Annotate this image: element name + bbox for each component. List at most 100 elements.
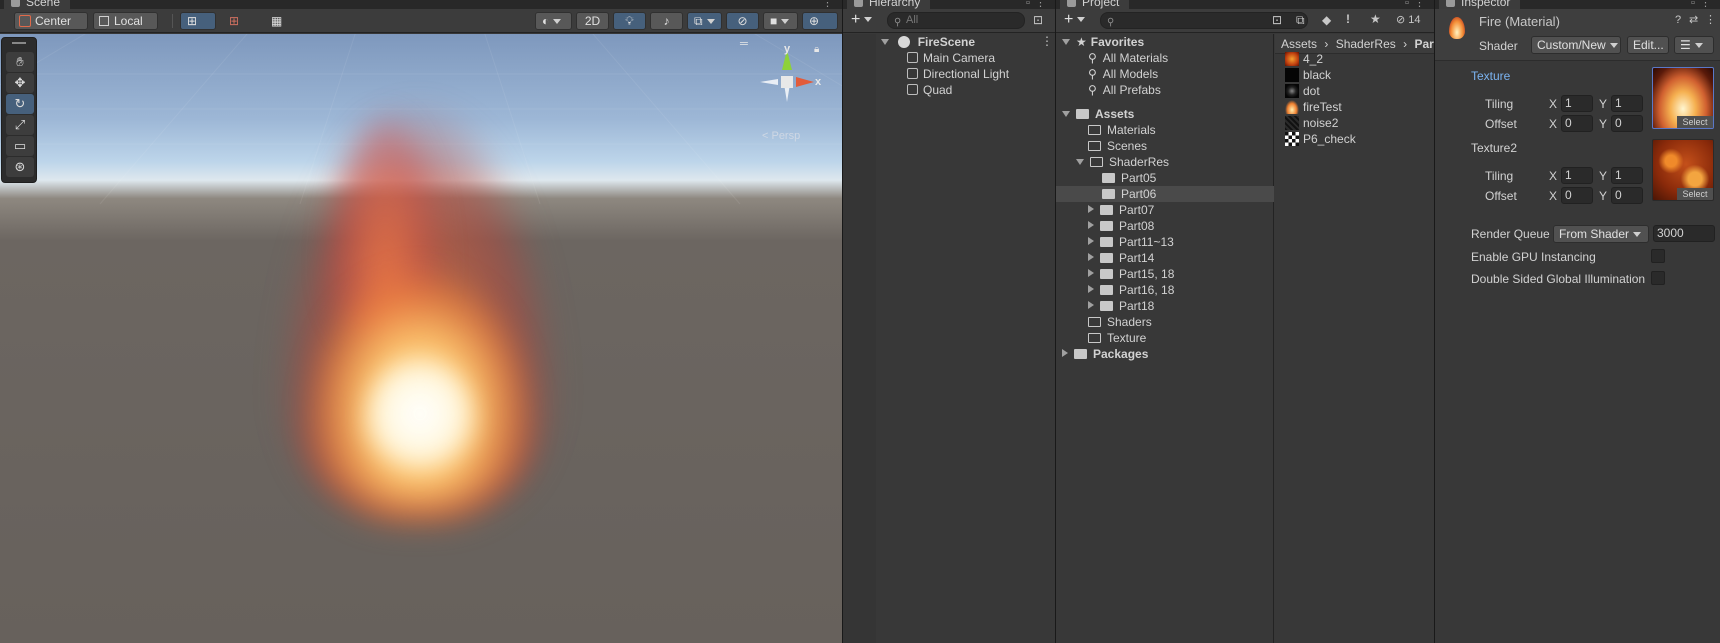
move-tool-icon[interactable]: ✥ bbox=[6, 73, 34, 93]
scene-viewport[interactable]: y x ═ 🔒︎ < Persp bbox=[0, 34, 842, 643]
asset-item-black[interactable]: black bbox=[1285, 67, 1331, 83]
info-icon[interactable]: ! bbox=[1346, 12, 1350, 26]
favorite-item-all-models[interactable]: ⚲ All Models bbox=[1088, 66, 1158, 82]
folder-part16-18[interactable]: Part16, 18 bbox=[1088, 282, 1174, 298]
folder-materials[interactable]: Materials bbox=[1088, 122, 1156, 138]
rotate-tool-icon[interactable]: ↻ bbox=[6, 94, 34, 114]
hierarchy-item-main-camera[interactable]: Main Camera bbox=[907, 50, 995, 66]
hierarchy-search-input[interactable]: ⚲ All bbox=[887, 12, 1025, 29]
projection-label[interactable]: < Persp bbox=[762, 130, 800, 142]
folder-part05[interactable]: Part05 bbox=[1102, 170, 1156, 186]
gpu-instancing-checkbox[interactable] bbox=[1651, 249, 1665, 263]
expand-arrow-icon[interactable] bbox=[1062, 39, 1070, 45]
texture2-tiling-y-field[interactable]: 1 bbox=[1611, 167, 1643, 184]
add-icon[interactable]: + bbox=[851, 12, 873, 28]
search-by-type-icon[interactable]: ⊡ bbox=[1272, 13, 1282, 27]
tab-inspector[interactable]: Inspector bbox=[1439, 0, 1521, 9]
folder-part14[interactable]: Part14 bbox=[1088, 250, 1154, 266]
collapse-arrow-icon[interactable] bbox=[1088, 301, 1094, 309]
lock-icon[interactable]: 🔒︎ bbox=[814, 44, 819, 55]
folder-scenes[interactable]: Scenes bbox=[1088, 138, 1147, 154]
texture2-offset-x-field[interactable]: 0 bbox=[1561, 187, 1593, 204]
folder-texture[interactable]: Texture bbox=[1088, 330, 1146, 346]
star-icon[interactable]: ★ bbox=[1370, 12, 1381, 26]
gizmos-dropdown[interactable]: ⊕ bbox=[802, 12, 838, 41]
texture-tiling-y-field[interactable]: 1 bbox=[1611, 95, 1643, 112]
packages-root[interactable]: Packages bbox=[1062, 346, 1148, 362]
folder-part11-13[interactable]: Part11~13 bbox=[1088, 234, 1174, 250]
preset-icon[interactable]: ⇄ bbox=[1689, 13, 1698, 26]
asset-item-dot[interactable]: dot bbox=[1285, 83, 1320, 99]
render-queue-field[interactable]: 3000 bbox=[1653, 225, 1715, 242]
expand-arrow-icon[interactable] bbox=[881, 39, 889, 45]
project-menu-icon[interactable]: ▫ ⋮ bbox=[1405, 0, 1426, 9]
texture-select-button[interactable]: Select bbox=[1677, 116, 1713, 128]
collapse-arrow-icon[interactable] bbox=[1088, 269, 1094, 277]
tab-scene[interactable]: Scene bbox=[4, 0, 71, 9]
grid-visibility-button[interactable]: ▦ bbox=[264, 12, 296, 41]
create-icon[interactable]: + bbox=[1064, 12, 1086, 28]
asset-item-firetest[interactable]: fireTest bbox=[1285, 99, 1342, 115]
effects-dropdown[interactable]: ⧉ bbox=[687, 12, 722, 30]
texture-slot[interactable]: Select bbox=[1652, 67, 1714, 129]
rect-tool-icon[interactable]: ▭ bbox=[6, 136, 34, 156]
scale-tool-icon[interactable]: ⤢ bbox=[6, 115, 34, 135]
help-icon[interactable]: ? bbox=[1675, 14, 1681, 26]
filter-by-label-icon[interactable]: ◆ bbox=[1322, 13, 1331, 27]
collapse-arrow-icon[interactable] bbox=[1062, 349, 1068, 357]
folder-part08[interactable]: Part08 bbox=[1088, 218, 1154, 234]
expand-arrow-icon[interactable] bbox=[1076, 159, 1084, 165]
drag-handle[interactable] bbox=[12, 42, 26, 44]
favorites-header[interactable]: ★ Favorites bbox=[1062, 34, 1144, 50]
search-by-type-icon[interactable]: ⊡ bbox=[1033, 13, 1043, 27]
collapse-arrow-icon[interactable] bbox=[1088, 205, 1094, 213]
folder-shaders[interactable]: Shaders bbox=[1088, 314, 1152, 330]
tab-project[interactable]: Project bbox=[1060, 0, 1130, 9]
filter-by-type-icon[interactable]: ⧉ bbox=[1296, 13, 1305, 28]
lighting-toggle[interactable]: 💡︎ bbox=[613, 12, 646, 30]
context-menu-icon[interactable]: ⋮ bbox=[1705, 13, 1716, 26]
texture-tiling-x-field[interactable]: 1 bbox=[1561, 95, 1593, 112]
asset-item-4-2[interactable]: 4_2 bbox=[1285, 51, 1323, 67]
edit-shader-button[interactable]: Edit... bbox=[1627, 36, 1669, 54]
collapse-arrow-icon[interactable] bbox=[1088, 237, 1094, 245]
gizmo-menu-icon[interactable]: ═ bbox=[740, 38, 748, 50]
expand-arrow-icon[interactable] bbox=[1062, 111, 1070, 117]
texture2-offset-y-field[interactable]: 0 bbox=[1611, 187, 1643, 204]
folder-part15-18[interactable]: Part15, 18 bbox=[1088, 266, 1174, 282]
shader-dropdown[interactable]: Custom/New bbox=[1531, 36, 1621, 54]
favorite-item-all-materials[interactable]: ⚲ All Materials bbox=[1088, 50, 1168, 66]
inspector-menu-icon[interactable]: ▫ ⋮ bbox=[1691, 0, 1712, 9]
transform-tool-icon[interactable]: ⊛ bbox=[6, 157, 34, 177]
space-dropdown[interactable]: Local bbox=[93, 12, 158, 41]
folder-shaderres[interactable]: ShaderRes bbox=[1076, 154, 1169, 170]
scene-visibility-toggle[interactable]: ⊘ bbox=[726, 12, 759, 30]
draw-mode-dropdown[interactable]: ◐ bbox=[535, 12, 572, 30]
texture2-tiling-x-field[interactable]: 1 bbox=[1561, 167, 1593, 184]
audio-toggle[interactable]: ♪ bbox=[650, 12, 683, 30]
breadcrumb-item[interactable]: Par bbox=[1414, 37, 1433, 51]
asset-item-noise2[interactable]: noise2 bbox=[1285, 115, 1338, 131]
hand-tool-icon[interactable]: ✋︎ bbox=[6, 52, 34, 72]
favorite-item-all-prefabs[interactable]: ⚲ All Prefabs bbox=[1088, 82, 1161, 98]
collapse-arrow-icon[interactable] bbox=[1088, 221, 1094, 229]
shader-options-dropdown[interactable]: ☰ bbox=[1674, 36, 1714, 54]
texture2-slot[interactable]: Select bbox=[1652, 139, 1714, 201]
folder-part07[interactable]: Part07 bbox=[1088, 202, 1154, 218]
increment-snap-button[interactable]: ⊞ bbox=[222, 12, 258, 41]
scene-root-item[interactable]: FireScene bbox=[881, 34, 1051, 50]
collapse-arrow-icon[interactable] bbox=[1088, 285, 1094, 293]
texture-offset-x-field[interactable]: 0 bbox=[1561, 115, 1593, 132]
scene-menu-icon[interactable]: ⋮ bbox=[822, 0, 834, 9]
double-sided-gi-checkbox[interactable] bbox=[1651, 271, 1665, 285]
scene-options-icon[interactable]: ⋮ bbox=[1041, 34, 1053, 48]
folder-part18[interactable]: Part18 bbox=[1088, 298, 1154, 314]
pivot-dropdown[interactable]: Center bbox=[14, 12, 88, 41]
texture-offset-y-field[interactable]: 0 bbox=[1611, 115, 1643, 132]
texture2-select-button[interactable]: Select bbox=[1677, 188, 1713, 200]
hierarchy-item-quad[interactable]: Quad bbox=[907, 82, 952, 98]
hierarchy-menu-icon[interactable]: ▫ ⋮ bbox=[1026, 0, 1047, 9]
asset-item-p6-check[interactable]: P6_check bbox=[1285, 131, 1356, 147]
2d-toggle[interactable]: 2D bbox=[576, 12, 609, 30]
camera-dropdown[interactable]: ■ bbox=[763, 12, 798, 30]
